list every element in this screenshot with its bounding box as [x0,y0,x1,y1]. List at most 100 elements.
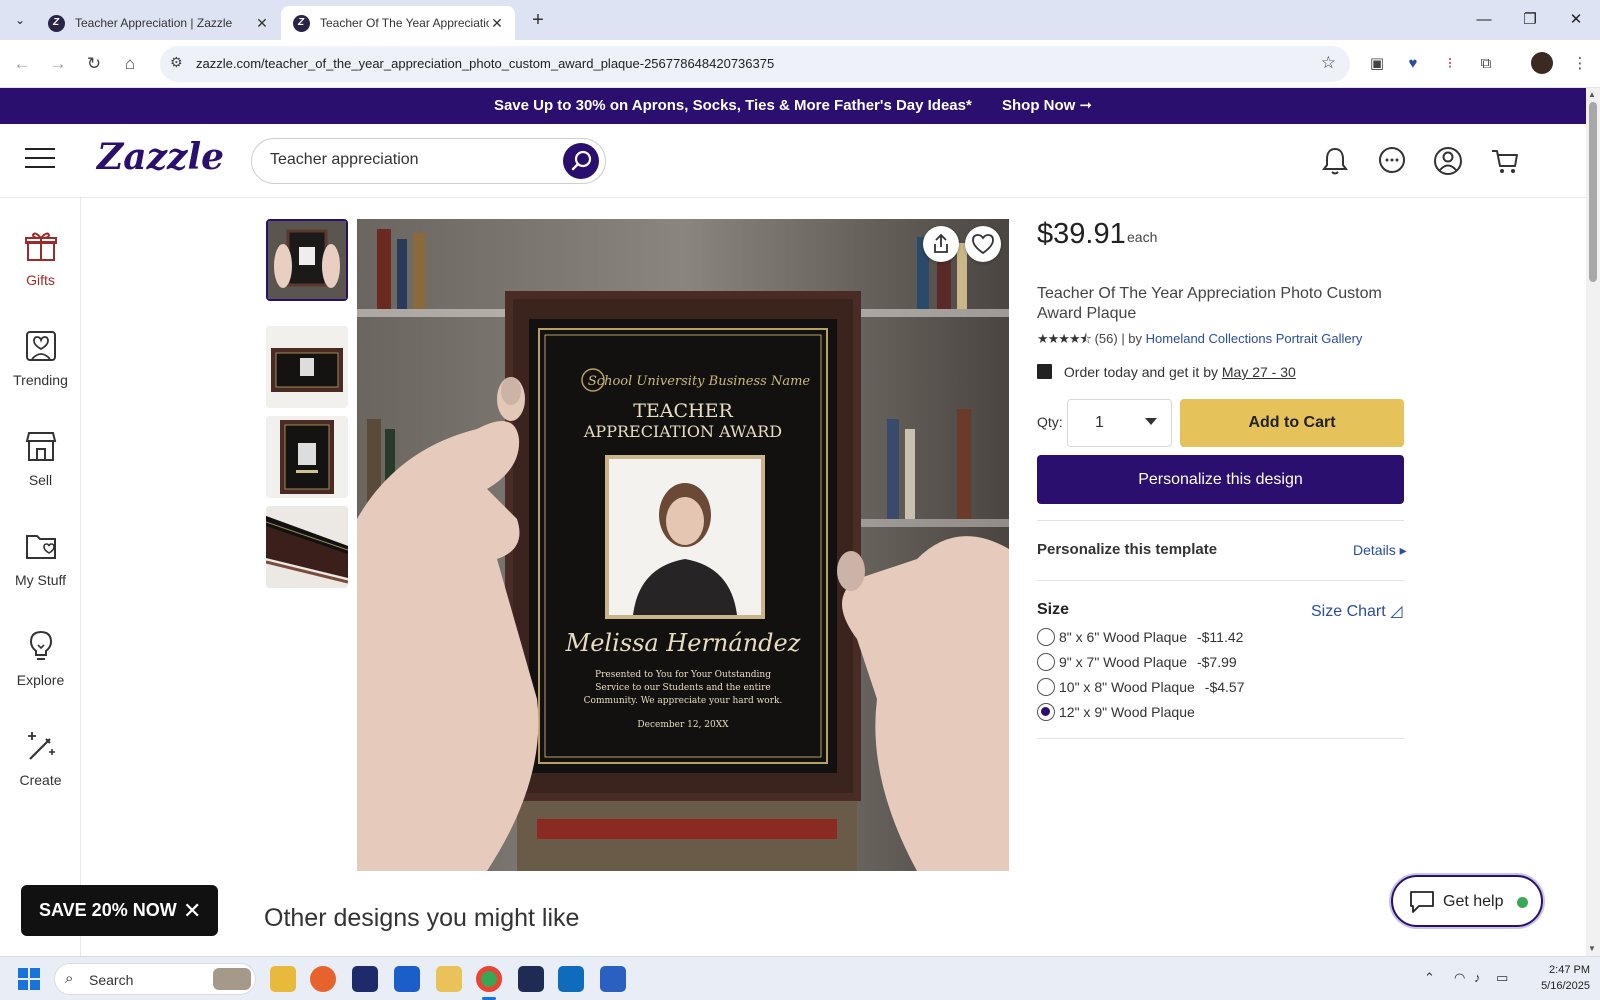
sidebar-item-my-stuff[interactable]: My Stuff [0,529,81,588]
zazzle-logo[interactable]: Zazzle [97,136,224,178]
search-input[interactable] [270,151,540,169]
product-thumbnail[interactable] [266,326,348,408]
security-shield-icon[interactable] [394,966,420,992]
sidebar-item-trending[interactable]: Trending [0,329,81,388]
sidebar-item-gifts[interactable]: Gifts [0,229,81,288]
taskbar-clock[interactable]: 2:47 PM 5/16/2025 [1530,962,1590,994]
outlook-icon[interactable] [558,966,584,992]
heart-icon [972,234,994,255]
rating-stars[interactable]: ★★★★⯪ [1037,331,1092,346]
size-price-delta: -$11.42 [1196,629,1244,645]
search-button[interactable] [563,143,599,179]
chrome-icon[interactable] [476,966,502,992]
seller-link[interactable]: Homeland Collections Portrait Gallery [1146,331,1363,346]
size-option[interactable]: 8" x 6" Wood Plaque -$11.42 [1037,627,1243,647]
media-icon[interactable] [436,966,462,992]
add-to-cart-button[interactable]: Add to Cart [1180,399,1404,447]
get-help-button[interactable]: Get help [1391,875,1543,927]
get-help-label: Get help [1443,893,1504,910]
new-tab-button[interactable]: + [524,8,552,32]
personalize-design-button[interactable]: Personalize this design [1037,455,1404,504]
chevron-up-icon[interactable]: ⌃ [1424,970,1435,986]
scroll-up-arrow[interactable]: ▲ [1588,90,1596,99]
word-icon[interactable] [600,966,626,992]
divider [1037,738,1404,739]
size-radio[interactable] [1037,628,1055,646]
quantity-value: 1 [1095,414,1104,431]
page-scrollbar[interactable]: ▲ ▼ [1586,88,1600,956]
size-radio[interactable] [1037,653,1055,671]
sidebar-item-explore[interactable]: Explore [0,629,81,688]
notifications-bell-icon[interactable] [1318,144,1352,178]
tab-teacher-appreciation[interactable]: Teacher Appreciation | Zazzle ✕ [36,6,280,40]
main-product-image[interactable]: School University Business Name TEACHER … [357,219,1009,871]
windows-start-icon[interactable] [18,968,40,990]
browser-menu-icon[interactable]: ⋮ [1568,52,1592,76]
restore-icon[interactable]: ❐ [1510,6,1550,34]
tab-search-button[interactable]: ⌄ [6,8,34,32]
delivery-dates[interactable]: May 27 - 30 [1222,364,1296,380]
review-count[interactable]: (56) [1095,331,1118,346]
share-button[interactable] [923,226,959,262]
extensions-puzzle-icon[interactable]: ⧉ [1474,52,1498,76]
product-thumbnail[interactable] [266,416,348,498]
image-extension-icon[interactable]: ▣ [1365,52,1389,76]
menu-icon[interactable] [25,148,55,170]
size-price-delta: -$7.99 [1196,654,1237,670]
product-thumbnail[interactable] [266,506,348,588]
scrollbar-thumb[interactable] [1589,102,1597,282]
scroll-down-arrow[interactable]: ▼ [1588,944,1596,953]
details-link[interactable]: Details ▸ [1353,542,1407,559]
plaque-body-2: Service to our Students and the entire [595,683,770,693]
file-explorer-icon[interactable] [270,966,296,992]
zazzle-favicon [293,14,310,32]
chat-icon[interactable] [1375,144,1409,178]
close-tab-icon[interactable]: ✕ [254,15,270,32]
close-icon[interactable]: ✕ [183,885,201,936]
close-window-icon[interactable]: ✕ [1556,6,1596,34]
wifi-icon[interactable]: ◠ [1454,970,1465,986]
app-icon[interactable] [518,966,544,992]
close-tab-icon[interactable]: ✕ [489,15,505,32]
size-option[interactable]: 12" x 9" Wood Plaque [1037,702,1195,722]
sidebar-item-label: Create [19,772,62,788]
search-box [251,138,606,184]
sidebar-item-sell[interactable]: Sell [0,429,81,488]
plaque-name: Melissa Hernández [565,629,801,657]
account-icon[interactable] [1431,144,1465,178]
minimize-icon[interactable]: — [1464,6,1504,34]
quantity-select[interactable]: 1 [1067,399,1172,447]
extension-dot-icon[interactable]: ⁝ [1438,52,1462,76]
url-text: zazzle.com/teacher_of_the_year_appreciat… [196,56,775,71]
volume-icon[interactable]: ♪ [1474,970,1481,985]
home-icon[interactable]: ⌂ [116,50,144,78]
tab-product-page[interactable]: Teacher Of The Year Appreciation I ✕ [281,6,515,40]
firefox-icon[interactable] [310,966,336,992]
share-icon [934,233,948,253]
favorite-button[interactable] [965,226,1001,262]
sidebar-item-create[interactable]: Create [0,729,81,788]
cart-icon[interactable] [1488,144,1522,178]
bookmark-star-icon[interactable]: ☆ [1321,53,1336,73]
profile-avatar[interactable] [1531,52,1553,74]
back-icon[interactable]: ← [8,50,36,78]
size-option-label: 12" x 9" Wood Plaque [1059,704,1195,720]
taskbar-search[interactable]: ⌕ Search [54,963,256,995]
shop-now-link[interactable]: Shop Now ➞ [1002,97,1092,114]
save-20-popup[interactable]: SAVE 20% NOW ✕ [21,885,218,936]
promo-banner[interactable]: Save Up to 30% on Aprons, Socks, Ties & … [0,88,1586,124]
app-icon[interactable] [352,966,378,992]
size-option[interactable]: 10" x 8" Wood Plaque -$4.57 [1037,677,1244,697]
taskbar-search-label: Search [89,972,134,988]
site-info-icon[interactable]: ⚙ [170,54,183,71]
shield-extension-icon[interactable]: ♥ [1401,52,1425,76]
address-bar[interactable]: ⚙ zazzle.com/teacher_of_the_year_appreci… [160,46,1350,82]
size-radio-selected[interactable] [1037,703,1055,721]
size-chart-link[interactable]: Size Chart ◿ [1311,601,1402,621]
forward-icon[interactable]: → [44,50,72,78]
size-option[interactable]: 9" x 7" Wood Plaque -$7.99 [1037,652,1237,672]
product-thumbnail[interactable] [266,219,348,301]
battery-icon[interactable]: ▭ [1496,970,1508,986]
size-radio[interactable] [1037,678,1055,696]
reload-icon[interactable]: ↻ [80,50,108,78]
